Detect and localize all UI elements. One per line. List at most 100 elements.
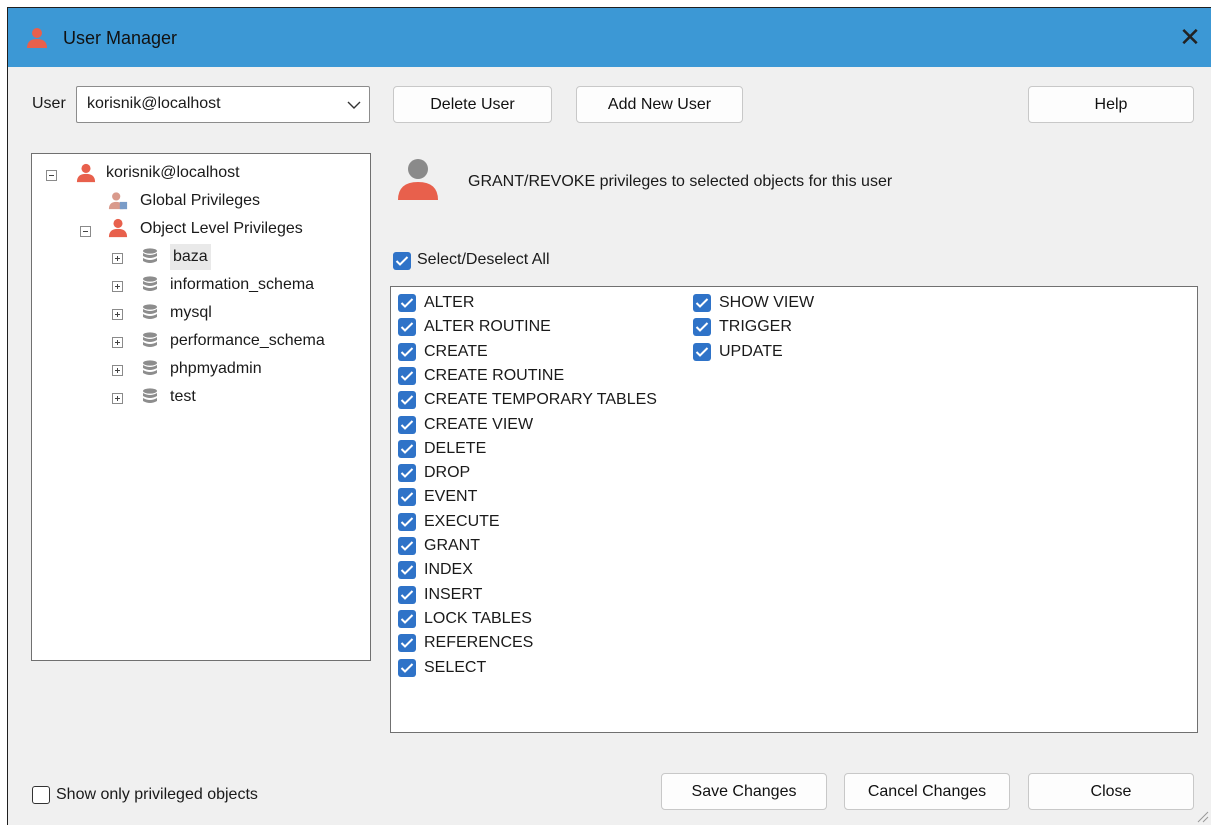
object-tree[interactable]: korisnik@localhost Global Privileges Obj… (31, 153, 371, 661)
privilege-label: CREATE (424, 342, 488, 360)
user-icon (27, 28, 47, 48)
privilege-checkbox[interactable] (693, 318, 711, 337)
delete-user-button[interactable]: Delete User (393, 86, 552, 123)
tree-node-user[interactable]: korisnik@localhost (106, 160, 240, 186)
tree-node-label: phpmyadmin (170, 360, 262, 377)
user-dropdown[interactable]: korisnik@localhost (76, 86, 370, 123)
checkmark-icon (400, 322, 414, 333)
privilege-checkbox[interactable] (398, 609, 416, 628)
checkmark-icon (400, 516, 414, 527)
checkmark-icon (400, 589, 414, 600)
privilege-checkbox[interactable] (398, 342, 416, 361)
add-new-user-button[interactable]: Add New User (576, 86, 743, 123)
checkmark-icon (695, 346, 709, 357)
checkmark-icon (400, 346, 414, 357)
checkmark-icon (400, 662, 414, 673)
tree-node-database[interactable]: information_schema (170, 272, 314, 298)
checkmark-icon (400, 395, 414, 406)
privilege-label: CREATE ROUTINE (424, 366, 565, 384)
privilege-checkbox[interactable] (398, 537, 416, 555)
privilege-label: ALTER (424, 294, 475, 311)
checkmark-icon (400, 419, 414, 430)
cancel-changes-button[interactable]: Cancel Changes (844, 773, 1010, 810)
privilege-label: REFERENCES (424, 634, 534, 652)
checkmark-icon (400, 565, 414, 576)
privilege-checkbox[interactable] (398, 391, 416, 410)
privilege-checkbox[interactable] (398, 488, 416, 507)
privilege-checkbox[interactable] (398, 658, 416, 677)
database-icon (143, 332, 157, 347)
privilege-checkbox[interactable] (398, 294, 416, 312)
tree-node-database[interactable]: baza (170, 244, 211, 270)
expand-icon[interactable] (112, 309, 123, 320)
privilege-checkbox[interactable] (398, 585, 416, 604)
database-icon (143, 388, 157, 403)
expand-icon[interactable] (112, 253, 123, 264)
show-only-checkbox[interactable] (32, 786, 50, 804)
privilege-checkbox[interactable] (398, 464, 416, 483)
user-dropdown-value: korisnik@localhost (87, 95, 221, 112)
privilege-checkbox[interactable] (693, 294, 711, 312)
title-bar: User Manager ✕ (8, 8, 1211, 67)
select-all-label: Select/Deselect All (417, 251, 550, 268)
tree-node-object-level-privileges[interactable]: Object Level Privileges (140, 216, 303, 242)
select-all-checkbox[interactable] (393, 252, 411, 270)
user-icon (398, 159, 438, 200)
checkmark-icon (695, 322, 709, 333)
tree-node-database[interactable]: test (170, 384, 196, 410)
collapse-icon[interactable] (80, 226, 91, 237)
privilege-label: ALTER ROUTINE (424, 318, 551, 336)
collapse-icon[interactable] (46, 170, 57, 181)
close-button[interactable]: Close (1028, 773, 1194, 810)
privilege-checkbox[interactable] (398, 634, 416, 653)
tree-node-label: performance_schema (170, 332, 325, 349)
help-button[interactable]: Help (1028, 86, 1194, 123)
privilege-checkbox[interactable] (398, 439, 416, 458)
expand-icon[interactable] (112, 365, 123, 376)
object-privileges-icon (108, 218, 128, 238)
privilege-label: INDEX (424, 561, 473, 579)
privilege-checkbox[interactable] (398, 318, 416, 337)
privilege-label: DELETE (424, 439, 487, 457)
expand-icon[interactable] (112, 393, 123, 404)
privilege-label: EVENT (424, 488, 478, 506)
privilege-label: GRANT (424, 537, 480, 554)
tree-node-database[interactable]: mysql (170, 300, 212, 326)
database-icon (143, 276, 157, 291)
privilege-checkbox[interactable] (398, 415, 416, 434)
privilege-checkbox[interactable] (693, 342, 711, 361)
checkmark-icon (400, 371, 414, 381)
database-icon (143, 304, 157, 319)
close-window-icon[interactable]: ✕ (1173, 20, 1207, 54)
privileges-list[interactable]: ALTER ALTER ROUTINE CREATE CREATE ROUTINE CR… (390, 286, 1198, 733)
privilege-checkbox[interactable] (398, 512, 416, 531)
grant-description: GRANT/REVOKE privileges to selected obje… (468, 173, 893, 190)
checkmark-icon (400, 638, 414, 649)
privilege-label: EXECUTE (424, 512, 500, 530)
resize-grip-icon[interactable] (1195, 809, 1209, 823)
user-icon (76, 163, 96, 183)
privilege-label: DROP (424, 464, 471, 482)
user-label: User (32, 95, 66, 112)
privilege-label: TRIGGER (719, 318, 792, 336)
tree-node-label: mysql (170, 304, 212, 321)
privilege-label: SELECT (424, 658, 487, 676)
privilege-label: INSERT (424, 585, 483, 603)
window-title: User Manager (63, 28, 178, 48)
privilege-checkbox[interactable] (398, 561, 416, 580)
expand-icon[interactable] (112, 281, 123, 292)
save-changes-button[interactable]: Save Changes (661, 773, 827, 810)
tree-node-database[interactable]: phpmyadmin (170, 356, 262, 382)
tree-node-label: baza (170, 244, 211, 270)
privilege-label: CREATE TEMPORARY TABLES (424, 391, 657, 409)
database-icon (143, 248, 157, 263)
checkmark-icon (400, 298, 414, 308)
expand-icon[interactable] (112, 337, 123, 348)
tree-node-database[interactable]: performance_schema (170, 328, 325, 354)
checkmark-icon (400, 468, 414, 479)
checkmark-icon (395, 256, 409, 266)
privilege-label: CREATE VIEW (424, 415, 534, 433)
user-manager-window: User Manager ✕ User korisnik@localhost D… (7, 7, 1211, 825)
privilege-checkbox[interactable] (398, 366, 416, 385)
tree-node-global-privileges[interactable]: Global Privileges (140, 188, 260, 214)
